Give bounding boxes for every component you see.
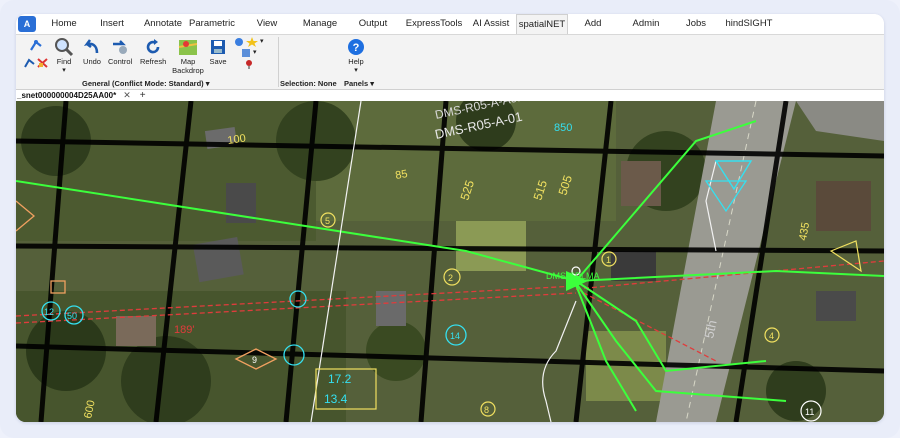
label-13-4: 13.4: [324, 392, 348, 406]
ribbon-separator: [278, 37, 279, 87]
label-dms-splice: DMS-SPLMA: [546, 271, 600, 281]
close-icon[interactable]: ✕: [123, 90, 131, 101]
control-button[interactable]: Control: [108, 37, 132, 66]
document-tab-bar: _snet000000004D25AA00* ✕ +: [16, 90, 884, 101]
map-icon: [178, 37, 198, 57]
marker-14[interactable]: 14: [450, 331, 460, 341]
tab-admin[interactable]: Admin: [618, 14, 674, 34]
tab-ai-assist[interactable]: AI Assist: [466, 14, 516, 34]
label-189: 189': [174, 324, 194, 336]
map-canvas[interactable]: DMS-R05-A-A018 DMS-R05-A-01 DMS-SPLMA 85…: [16, 101, 884, 422]
find-dropdown-icon: ▾: [62, 67, 66, 74]
marker-1[interactable]: 1: [606, 255, 611, 265]
star-icon[interactable]: [246, 37, 258, 47]
globe-icon[interactable]: [234, 37, 244, 47]
tab-spatialnet[interactable]: spatialNET: [516, 14, 568, 34]
marker-11[interactable]: 11: [805, 407, 814, 417]
small-tools-stack: ▾ ▾: [234, 37, 264, 71]
save-button[interactable]: Save: [208, 37, 228, 66]
ribbon-tab-bar: A Home Insert Annotate Parametric View M…: [16, 14, 884, 34]
marker-12[interactable]: 12: [44, 307, 54, 317]
marker-2[interactable]: 2: [448, 273, 453, 283]
marker-5[interactable]: 5: [325, 216, 330, 226]
control-icon: [110, 37, 130, 57]
tab-hindsight[interactable]: hindSIGHT: [718, 14, 780, 34]
window-frame: A Home Insert Annotate Parametric View M…: [0, 0, 900, 438]
pin-icon[interactable]: [244, 59, 254, 69]
tab-output[interactable]: Output: [344, 14, 402, 34]
tab-view[interactable]: View: [238, 14, 296, 34]
map-viewport[interactable]: DMS-R05-A-A018 DMS-R05-A-01 DMS-SPLMA 85…: [16, 101, 884, 422]
application-menu-button[interactable]: A: [18, 16, 36, 32]
label-100: 100: [227, 133, 247, 147]
refresh-button[interactable]: Refresh: [140, 37, 166, 66]
save-label: Save: [209, 57, 227, 66]
refresh-label: Refresh: [140, 57, 167, 66]
tab-home[interactable]: Home: [44, 14, 84, 34]
network-icon[interactable]: [24, 58, 35, 68]
ribbon-panel: Find ▾ Undo Control Refresh Map Backdrop…: [16, 34, 884, 90]
star-dropdown-icon[interactable]: ▾: [260, 37, 264, 47]
help-dropdown-icon: ▾: [354, 67, 358, 74]
document-tab[interactable]: _snet000000004D25AA00*: [16, 91, 116, 100]
svg-text:?: ?: [353, 42, 360, 54]
selection-group-label: Selection: None: [280, 79, 337, 88]
tab-insert[interactable]: Insert: [84, 14, 140, 34]
tab-parametric[interactable]: Parametric: [186, 14, 238, 34]
label-17-2: 17.2: [328, 372, 352, 386]
marker-9[interactable]: 9: [252, 355, 257, 365]
label-850: 850: [554, 122, 572, 134]
tab-manage[interactable]: Manage: [296, 14, 344, 34]
layers-dropdown-icon[interactable]: ▾: [253, 48, 257, 58]
find-label: Find: [56, 57, 72, 66]
cad-application: A Home Insert Annotate Parametric View M…: [16, 14, 884, 422]
label-85: 85: [394, 168, 408, 182]
connect-tool[interactable]: [24, 37, 48, 68]
tab-annotate[interactable]: Annotate: [140, 14, 186, 34]
refresh-icon: [143, 37, 163, 57]
tab-add[interactable]: Add: [568, 14, 618, 34]
map-backdrop-label: Map Backdrop: [172, 57, 204, 75]
help-label: Help: [348, 57, 364, 66]
find-button[interactable]: Find ▾: [54, 37, 74, 74]
general-group-label[interactable]: General (Conflict Mode: Standard) ▾: [82, 79, 210, 88]
magnifier-icon: [54, 37, 74, 57]
marker-4[interactable]: 4: [769, 331, 774, 341]
remove-icon[interactable]: [37, 58, 48, 68]
tab-expresstools[interactable]: ExpressTools: [402, 14, 466, 34]
undo-label: Undo: [83, 57, 101, 66]
save-icon: [208, 37, 228, 57]
help-icon: ?: [346, 37, 366, 57]
control-label: Control: [108, 57, 133, 66]
new-tab-icon[interactable]: +: [140, 90, 146, 101]
tab-jobs[interactable]: Jobs: [674, 14, 718, 34]
help-button[interactable]: ? Help ▾: [346, 37, 366, 74]
marker-50[interactable]: 50: [67, 311, 77, 321]
undo-button[interactable]: Undo: [82, 37, 102, 66]
layers-icon[interactable]: [241, 48, 251, 58]
link-icon: [26, 37, 46, 57]
undo-icon: [82, 37, 102, 57]
map-backdrop-button[interactable]: Map Backdrop: [168, 37, 208, 75]
panels-group-label[interactable]: Panels ▾: [344, 79, 374, 88]
marker-8[interactable]: 8: [484, 405, 489, 415]
